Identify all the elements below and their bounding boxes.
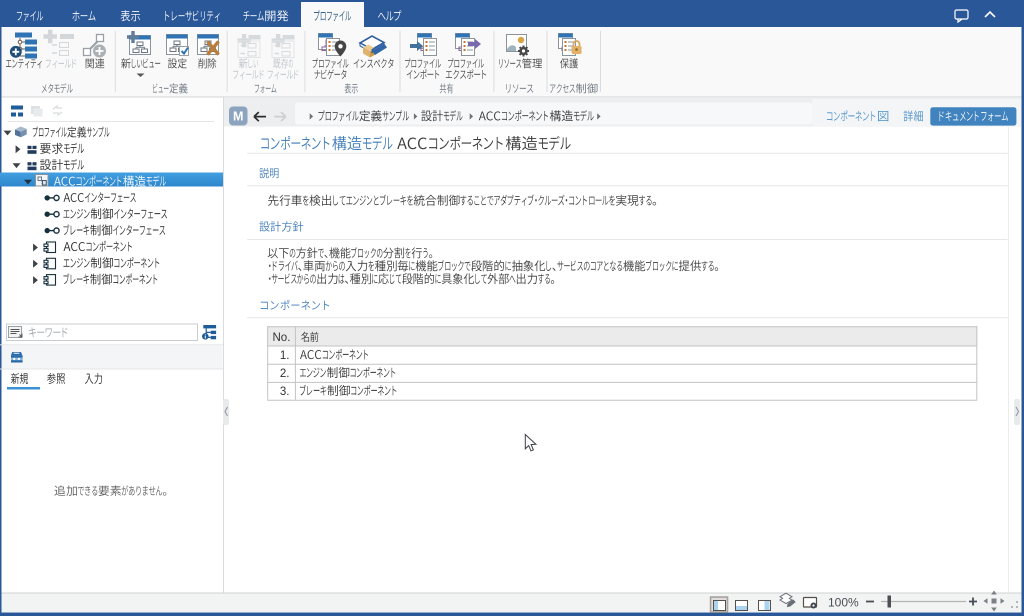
svg-text:No.: No. — [273, 332, 291, 344]
svg-text:M: M — [233, 110, 243, 124]
svg-text:3.: 3. — [280, 386, 290, 398]
svg-text:100%: 100% — [828, 596, 859, 610]
svg-text:2.: 2. — [280, 368, 290, 380]
svg-text:1.: 1. — [280, 350, 290, 362]
